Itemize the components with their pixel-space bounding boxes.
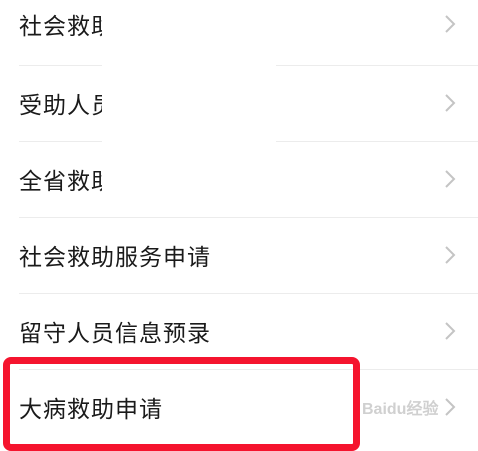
chevron-right-icon — [445, 322, 456, 340]
chevron-right-icon — [445, 15, 456, 33]
highlight-box — [3, 357, 360, 451]
list-item-label: 社会救助服务申请 — [19, 245, 211, 271]
list-item-label: 全省救助 — [19, 169, 115, 195]
chevron-right-icon — [445, 94, 456, 112]
list-item-label: 留守人员信息预录 — [19, 321, 211, 347]
chevron-right-icon — [445, 170, 456, 188]
list-item-label: 受助人员 — [19, 93, 115, 119]
menu-list: 社会救助 受助人员 全省救助 社会救助服务申请 留守人员信息预录 大病救助申请 — [0, 0, 478, 451]
list-item-label: 社会救助 — [19, 14, 115, 40]
list-item-social-assistance-service-application[interactable]: 社会救助服务申请 — [0, 217, 478, 293]
watermark: Baidu经验 — [362, 401, 439, 418]
overlay-panel — [102, 0, 276, 216]
chevron-right-icon — [445, 246, 456, 264]
